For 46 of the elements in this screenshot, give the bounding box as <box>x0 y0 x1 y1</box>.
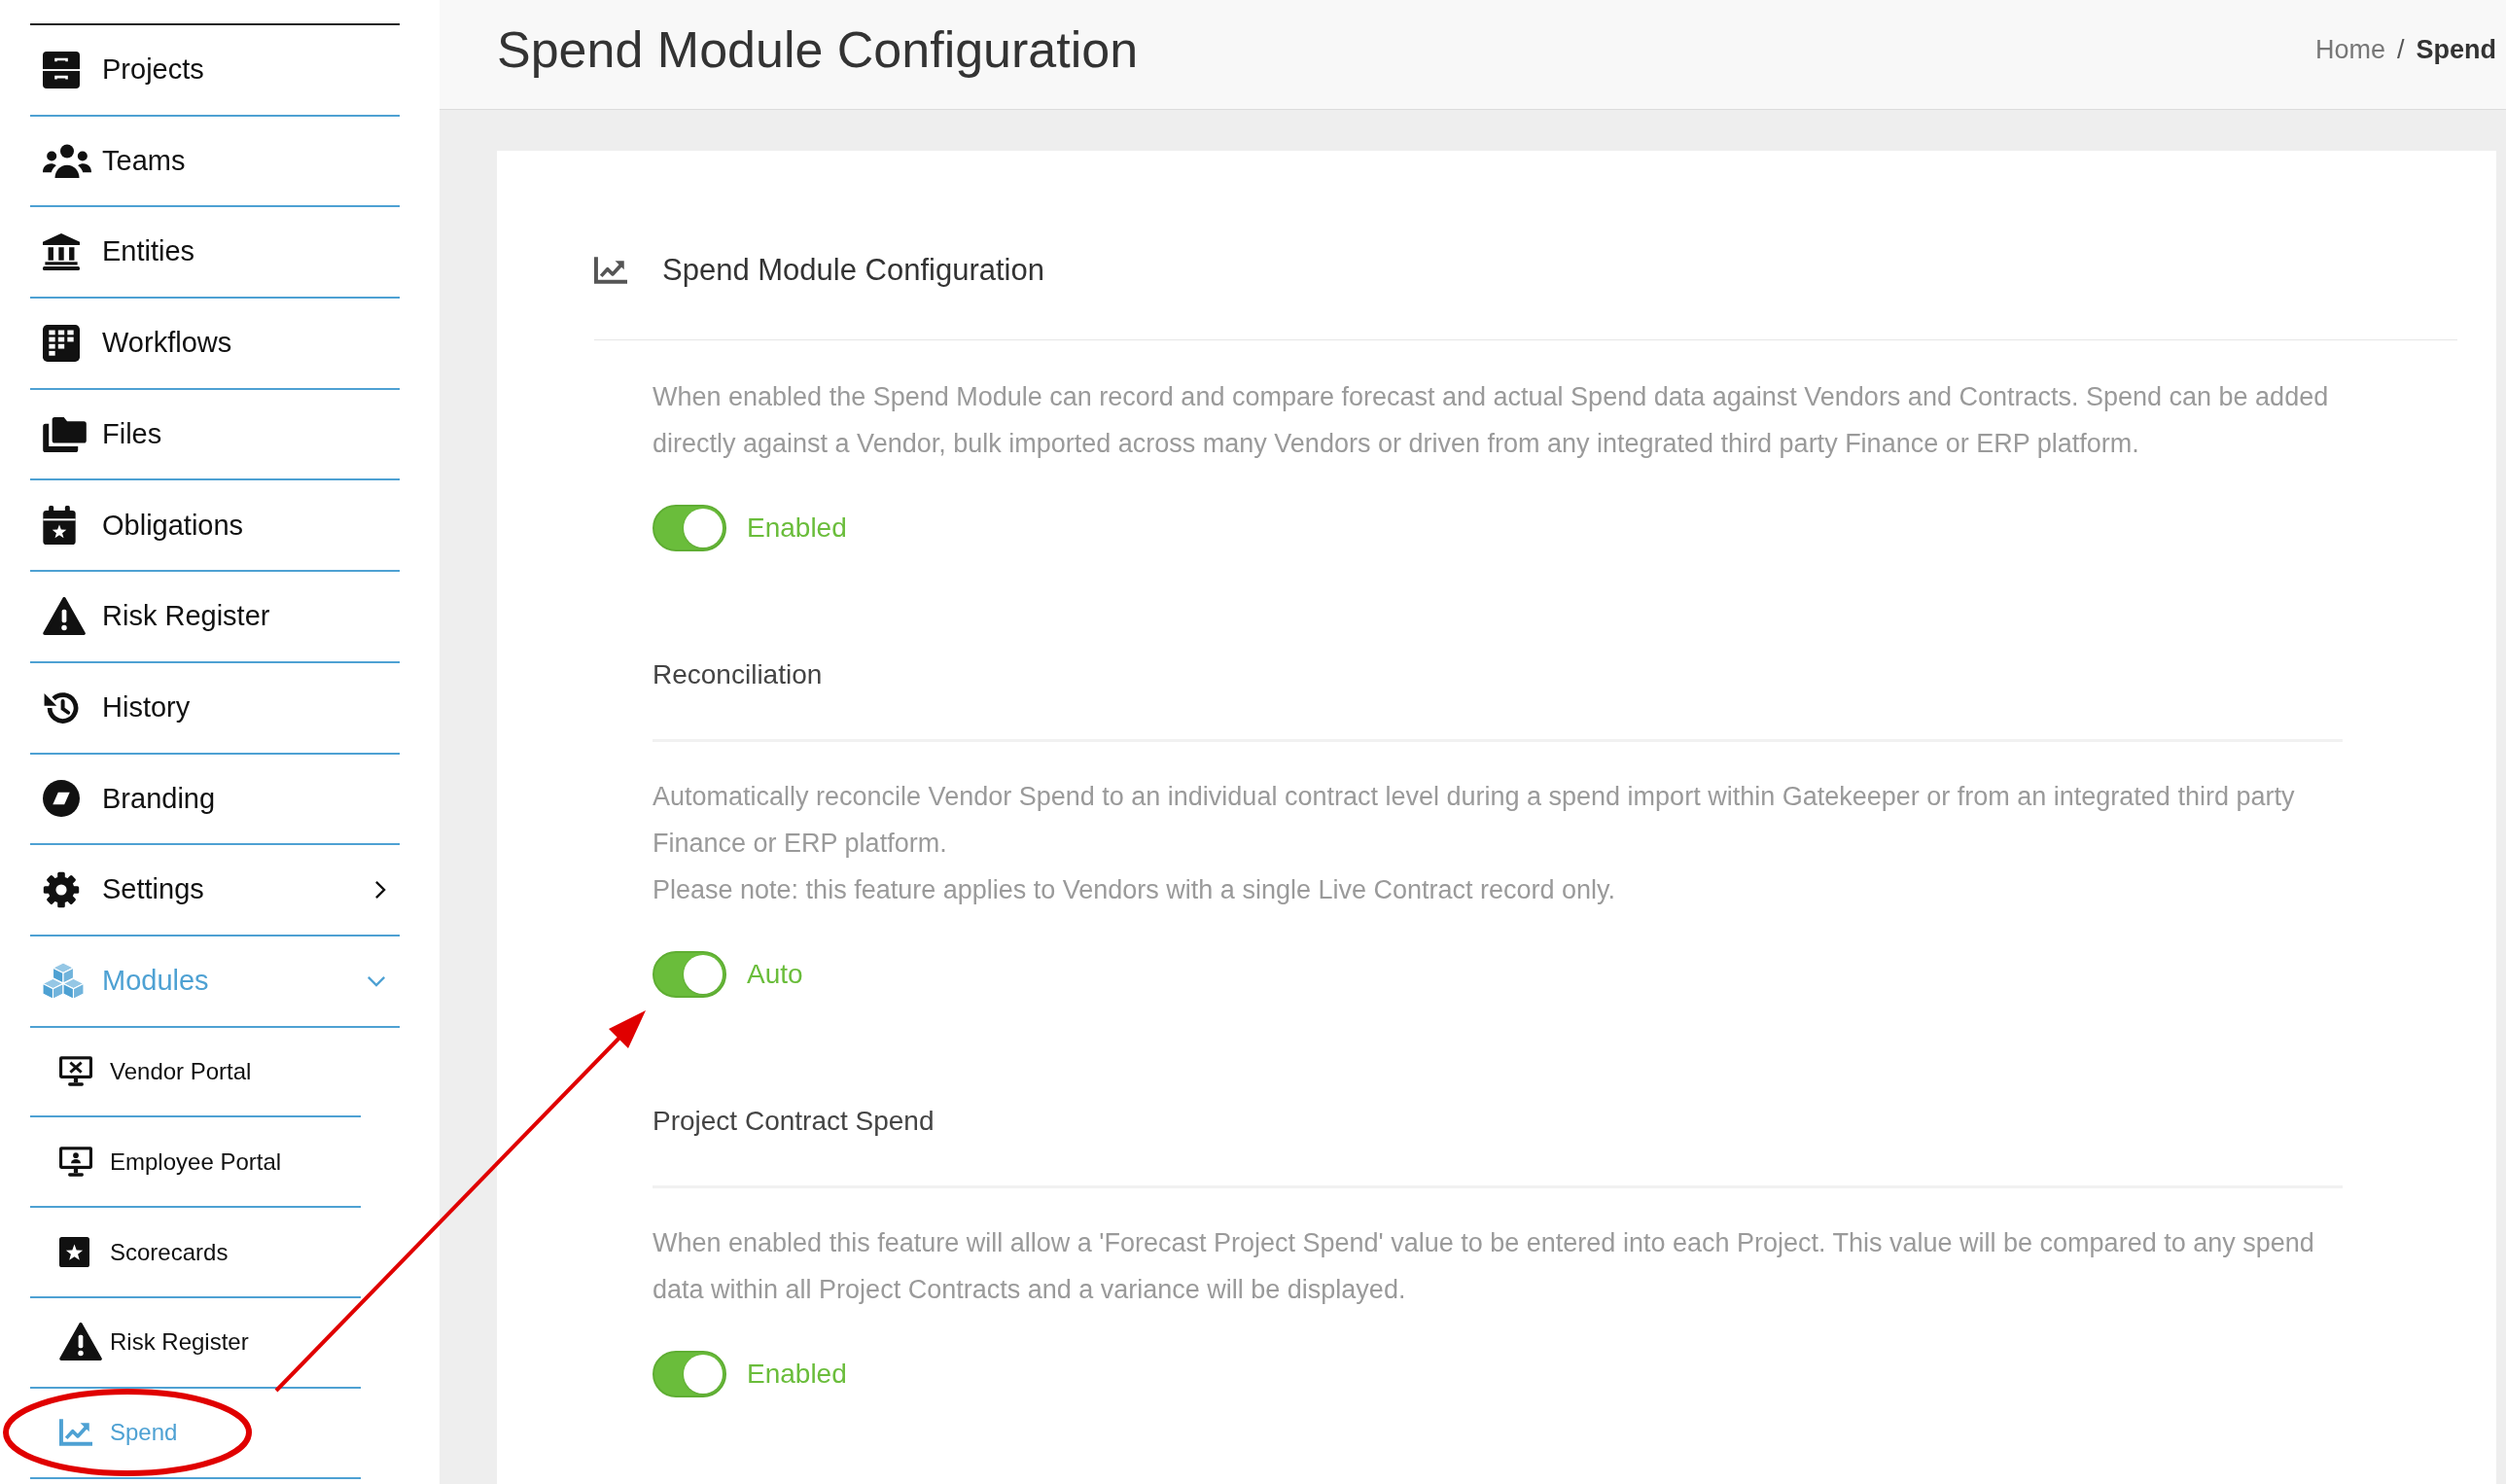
sidebar-item[interactable]: Workflows <box>30 299 400 388</box>
monitor-person-icon <box>59 1147 92 1178</box>
toggle-switch[interactable] <box>653 505 726 551</box>
line-chart-icon <box>59 1419 92 1447</box>
sidebar-item[interactable]: Entities <box>30 207 400 298</box>
monitor-cross-icon <box>59 1056 92 1087</box>
toggle-label: Enabled <box>747 1358 847 1391</box>
circle-parallelogram-icon <box>43 780 80 818</box>
breadcrumb-separator: / <box>2396 33 2405 66</box>
sidebar-item[interactable]: Obligations <box>30 480 400 571</box>
sidebar-item[interactable]: History <box>30 662 400 753</box>
settings-icon <box>43 871 80 909</box>
toggle-switch[interactable] <box>653 1351 726 1397</box>
sidebar-subitem[interactable]: Scorecards <box>30 1208 361 1296</box>
sidebar-subitem[interactable]: Risk Register <box>30 1297 361 1387</box>
cubes-icon <box>43 962 84 1000</box>
section-text: Please note: this feature applies to Vendors with a single Live Contract record only. <box>653 874 1617 906</box>
sidebar-subitem[interactable]: Vendor Portal <box>30 1027 361 1116</box>
cabinet-icon <box>43 51 80 88</box>
bank-building-icon <box>43 233 80 271</box>
section-text: Automatically reconcile Vendor Spend to an individual contract level during a spend import within Gatekeeper or from an integrated third party Finance or ERP platform. <box>653 781 2296 860</box>
line-chart-icon <box>594 257 627 284</box>
sidebar-subitem[interactable]: Employee Portal <box>30 1117 361 1207</box>
sidebar-item[interactable]: Files <box>30 389 400 479</box>
card-title: Spend Module Configuration <box>662 251 1044 289</box>
warning-icon <box>43 596 86 636</box>
table-grid-icon <box>43 324 80 362</box>
toggle-switch[interactable] <box>653 951 726 998</box>
sidebar-item[interactable]: Projects <box>30 25 400 115</box>
toggle-label: Auto <box>747 958 803 991</box>
section-heading: Reconciliation <box>653 658 824 691</box>
sidebar-item[interactable]: Teams <box>30 116 400 206</box>
sidebar-item[interactable]: Settings <box>30 845 400 935</box>
calendar-star-icon <box>43 506 76 546</box>
star-square-icon <box>59 1237 89 1268</box>
folders-icon <box>43 416 87 452</box>
people-group-icon <box>43 144 91 179</box>
section-heading: Project Contract Spend <box>653 1105 935 1138</box>
toggle-label: Enabled <box>747 512 847 545</box>
description-text: When enabled the Spend Module can record and compare forecast and actual Spend data against Vendors and Contracts. Spend can be added directly against a Vendor, bulk imported across many Vendors or driven from any integrated third party Finance or ERP platform. <box>653 381 2330 460</box>
section-text: When enabled this feature will allow a 'Forecast Project Spend' value to be entered into each Project. This value will be compared to any spend data within all Project Contracts and a variance will be displayed. <box>653 1227 2315 1306</box>
breadcrumb-link[interactable]: Home <box>2314 29 2385 70</box>
warning-icon <box>59 1323 102 1362</box>
breadcrumb-current: Spend <box>2416 33 2496 66</box>
sidebar-item[interactable]: Risk Register <box>30 572 400 661</box>
sidebar-item[interactable]: Branding <box>30 754 400 844</box>
